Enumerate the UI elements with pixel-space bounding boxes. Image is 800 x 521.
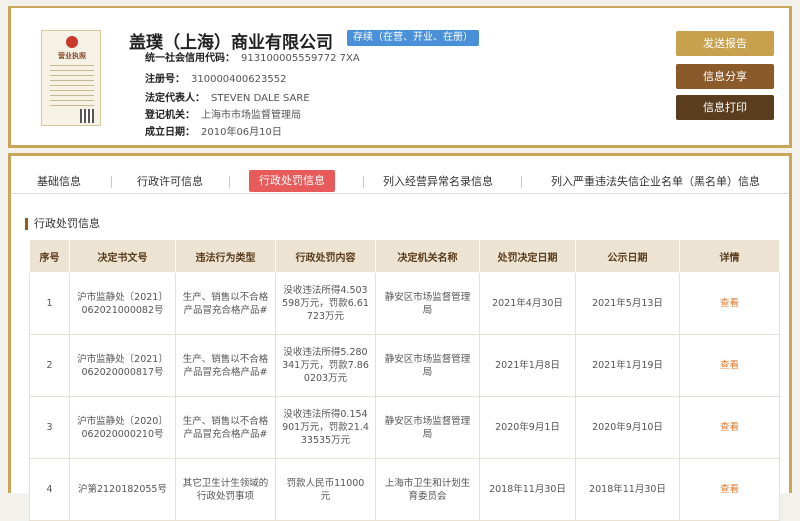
cell-index: 2 [29, 334, 70, 397]
content-panel: 基础信息 行政许可信息 行政处罚信息 列入经营异常名录信息 列入严重违法失信企业… [8, 153, 792, 521]
cell-authority: 静安区市场监督管理局 [375, 396, 480, 459]
table-row: 1 沪市监静处〔2021〕062021000082号 生产、销售以不合格产品冒充… [29, 272, 780, 335]
info-value: 上海市市场监督管理局 [201, 110, 301, 121]
cell-violation-type: 生产、销售以不合格产品冒充合格产品# [175, 272, 276, 335]
cell-penalty-content: 罚款人民币11000元 [275, 458, 376, 521]
license-title: 营业执照 [58, 52, 86, 60]
info-value: STEVEN DALE SARE [211, 93, 310, 104]
info-credit-code: 统一社会信用代码： 913100005559772 7XA [145, 49, 360, 64]
qr-code-icon [80, 109, 94, 123]
section-title: 行政处罚信息 [25, 218, 100, 230]
info-label: 成立日期： [145, 127, 195, 138]
tab-abnormal-list[interactable]: 列入经营异常名录信息 [383, 172, 493, 192]
tab-basic-info[interactable]: 基础信息 [37, 172, 81, 192]
cell-decision-date: 2018年11月30日 [479, 458, 576, 521]
tab-admin-license[interactable]: 行政许可信息 [137, 172, 203, 192]
cell-authority: 上海市卫生和计划生育委员会 [375, 458, 480, 521]
col-header-publish-date: 公示日期 [575, 239, 680, 273]
cell-authority: 静安区市场监督管理局 [375, 272, 480, 335]
cell-publish-date: 2021年5月13日 [575, 272, 680, 335]
cell-index: 1 [29, 272, 70, 335]
table-row: 2 沪市监静处〔2021〕062020000817号 生产、销售以不合格产品冒充… [29, 334, 780, 397]
cell-doc-number: 沪市监静处〔2021〕062021000082号 [69, 272, 176, 335]
info-label: 法定代表人： [145, 93, 205, 104]
info-label: 注册号： [145, 74, 185, 85]
status-badge: 存续（在营、开业、在册） [347, 30, 479, 46]
cell-penalty-content: 没收违法所得0.154901万元，罚款21.433535万元 [275, 396, 376, 459]
col-header-doc-number: 决定书文号 [69, 239, 176, 273]
col-header-violation-type: 违法行为类型 [175, 239, 276, 273]
info-legal-rep: 法定代表人： STEVEN DALE SARE [145, 89, 310, 104]
info-label: 统一社会信用代码： [145, 53, 235, 64]
cell-doc-number: 沪市监静处〔2020〕062020000210号 [69, 396, 176, 459]
penalty-table: 序号 决定书文号 违法行为类型 行政处罚内容 决定机关名称 处罚决定日期 公示日… [29, 239, 780, 521]
cell-index: 4 [29, 458, 70, 521]
info-value: 913100005559772 7XA [241, 53, 360, 64]
send-report-button[interactable]: 发送报告 [676, 31, 774, 56]
col-header-details: 详情 [679, 239, 780, 273]
cell-violation-type: 生产、销售以不合格产品冒充合格产品# [175, 334, 276, 397]
cell-penalty-content: 没收违法所得5.280341万元，罚款7.860203万元 [275, 334, 376, 397]
cell-doc-number: 沪市监静处〔2021〕062020000817号 [69, 334, 176, 397]
print-info-button[interactable]: 信息打印 [676, 95, 774, 120]
tab-divider [229, 176, 230, 188]
info-authority: 登记机关： 上海市市场监督管理局 [145, 106, 301, 121]
cell-decision-date: 2021年4月30日 [479, 272, 576, 335]
table-row: 3 沪市监静处〔2020〕062020000210号 生产、销售以不合格产品冒充… [29, 396, 780, 459]
info-established: 成立日期： 2010年06月10日 [145, 123, 282, 138]
share-info-button[interactable]: 信息分享 [676, 64, 774, 89]
license-text-lines [50, 65, 94, 109]
cell-authority: 静安区市场监督管理局 [375, 334, 480, 397]
cell-publish-date: 2018年11月30日 [575, 458, 680, 521]
table-row: 4 沪第2120182055号 其它卫生计生领域的行政处罚事项 罚款人民币110… [29, 458, 780, 521]
business-license-image[interactable]: 营业执照 [41, 30, 101, 126]
cell-doc-number: 沪第2120182055号 [69, 458, 176, 521]
tab-bar: 基础信息 行政许可信息 行政处罚信息 列入经营异常名录信息 列入严重违法失信企业… [11, 166, 789, 194]
tab-divider [363, 176, 364, 188]
info-value: 310000400623552 [191, 74, 287, 85]
cell-violation-type: 其它卫生计生领域的行政处罚事项 [175, 458, 276, 521]
tab-blacklist[interactable]: 列入严重违法失信企业名单（黑名单）信息 [551, 172, 760, 192]
info-reg-number: 注册号： 310000400623552 [145, 70, 286, 85]
cell-decision-date: 2021年1月8日 [479, 334, 576, 397]
view-details-link[interactable]: 查看 [679, 272, 780, 335]
cell-index: 3 [29, 396, 70, 459]
col-header-decision-date: 处罚决定日期 [479, 239, 576, 273]
tab-admin-penalty[interactable]: 行政处罚信息 [249, 170, 335, 192]
table-header-row: 序号 决定书文号 违法行为类型 行政处罚内容 决定机关名称 处罚决定日期 公示日… [29, 239, 780, 273]
info-value: 2010年06月10日 [201, 127, 282, 138]
company-card: 营业执照 盖璞（上海）商业有限公司 存续（在营、开业、在册） 统一社会信用代码：… [8, 6, 792, 148]
info-label: 登记机关： [145, 110, 195, 121]
col-header-penalty-content: 行政处罚内容 [275, 239, 376, 273]
view-details-link[interactable]: 查看 [679, 458, 780, 521]
col-header-authority: 决定机关名称 [375, 239, 480, 273]
tab-divider [521, 176, 522, 188]
col-header-index: 序号 [29, 239, 70, 273]
cell-penalty-content: 没收违法所得4.503598万元，罚款6.61723万元 [275, 272, 376, 335]
tab-divider [111, 176, 112, 188]
national-emblem-icon [66, 36, 78, 48]
cell-publish-date: 2020年9月10日 [575, 396, 680, 459]
view-details-link[interactable]: 查看 [679, 396, 780, 459]
view-details-link[interactable]: 查看 [679, 334, 780, 397]
cell-violation-type: 生产、销售以不合格产品冒充合格产品# [175, 396, 276, 459]
cell-publish-date: 2021年1月19日 [575, 334, 680, 397]
cell-decision-date: 2020年9月1日 [479, 396, 576, 459]
